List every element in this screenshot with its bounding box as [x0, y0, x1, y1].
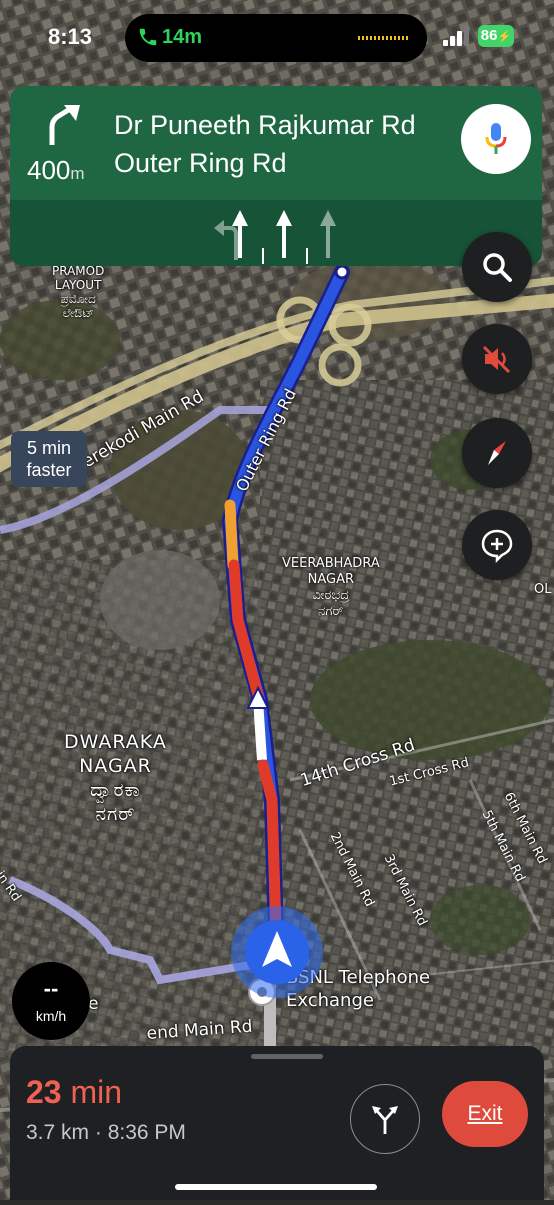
- lane-straight-icon: [320, 210, 336, 258]
- mute-button[interactable]: [462, 324, 532, 394]
- home-indicator[interactable]: [175, 1184, 377, 1190]
- arrival-time: 8:36 PM: [107, 1121, 186, 1144]
- search-icon: [483, 253, 512, 282]
- trip-distance: 3.7 km: [26, 1121, 90, 1144]
- battery-indicator: 86⚡: [478, 25, 514, 47]
- status-time: 8:13: [48, 24, 93, 49]
- trip-summary-sheet[interactable]: 23 min 3.7 km · 8:36 PM Exit: [10, 1046, 544, 1200]
- maneuver-panel: 400m Dr Puneeth Rajkumar Rd Outer Ring R…: [10, 86, 542, 200]
- voice-search-button[interactable]: [461, 104, 531, 174]
- speed-unit: km/h: [35, 1008, 67, 1024]
- add-report-icon: [481, 529, 513, 563]
- search-button[interactable]: [462, 232, 532, 302]
- label-ol: OL: [534, 582, 552, 597]
- label-dwaraka-nagar: DWARAKA NAGAR ದ್ವಾರಕಾ ನಗರ್: [64, 731, 167, 825]
- battery-level: 86: [480, 27, 498, 44]
- charging-bolt-icon: ⚡: [497, 31, 512, 43]
- eta-unit: min: [70, 1074, 123, 1110]
- lane-arrows: [214, 210, 336, 264]
- navigation-banner[interactable]: 400m Dr Puneeth Rajkumar Rd Outer Ring R…: [10, 86, 542, 266]
- turn-distance: 400m: [27, 155, 85, 186]
- alternate-route-text: 5 min faster: [26, 438, 72, 480]
- eta-value: 23: [26, 1074, 62, 1110]
- alternate-routes-button[interactable]: [350, 1084, 420, 1154]
- eta-duration: 23 min: [26, 1074, 122, 1111]
- volume-off-icon: [482, 345, 511, 374]
- audio-waveform-icon: [358, 36, 410, 40]
- sheet-grabber[interactable]: [251, 1054, 323, 1059]
- phone-icon: [139, 28, 157, 46]
- lane-straight-icon: [276, 210, 292, 258]
- label-veerabhadra-nagar: VEERABHADRA NAGAR ವೀರಭದ್ರ ನಗರ್: [282, 556, 380, 619]
- trip-details: 3.7 km · 8:36 PM: [26, 1121, 186, 1145]
- exit-navigation-button[interactable]: Exit: [442, 1081, 528, 1147]
- cellular-signal-icon: [443, 26, 469, 46]
- street-secondary: Outer Ring Rd: [114, 148, 287, 178]
- label-pramod-layout: PRAMOD LAYOUT ಪ್ರಮೋದ ಲೇಔಟ್: [52, 264, 105, 320]
- turn-distance-unit: m: [70, 164, 85, 183]
- compass-icon: [488, 441, 506, 465]
- speedometer: -- km/h: [12, 962, 90, 1040]
- mic-icon: [485, 123, 507, 154]
- lane-guidance: [10, 200, 542, 266]
- turn-distance-value: 400: [27, 155, 71, 185]
- alternate-routes-icon: [372, 1106, 398, 1134]
- status-bar: 8:13 14m 86⚡: [0, 0, 554, 76]
- speed-value: --: [43, 976, 59, 1001]
- trip-separator: ·: [89, 1121, 108, 1144]
- alternate-route-callout[interactable]: 5 min faster: [11, 431, 87, 487]
- compass-button[interactable]: [462, 418, 532, 488]
- turn-slight-right-icon: [49, 105, 80, 145]
- report-incident-button[interactable]: [462, 510, 532, 580]
- call-duration: 14m: [162, 26, 203, 48]
- current-location-puck: [231, 906, 323, 998]
- street-primary: Dr Puneeth Rajkumar Rd: [114, 110, 416, 140]
